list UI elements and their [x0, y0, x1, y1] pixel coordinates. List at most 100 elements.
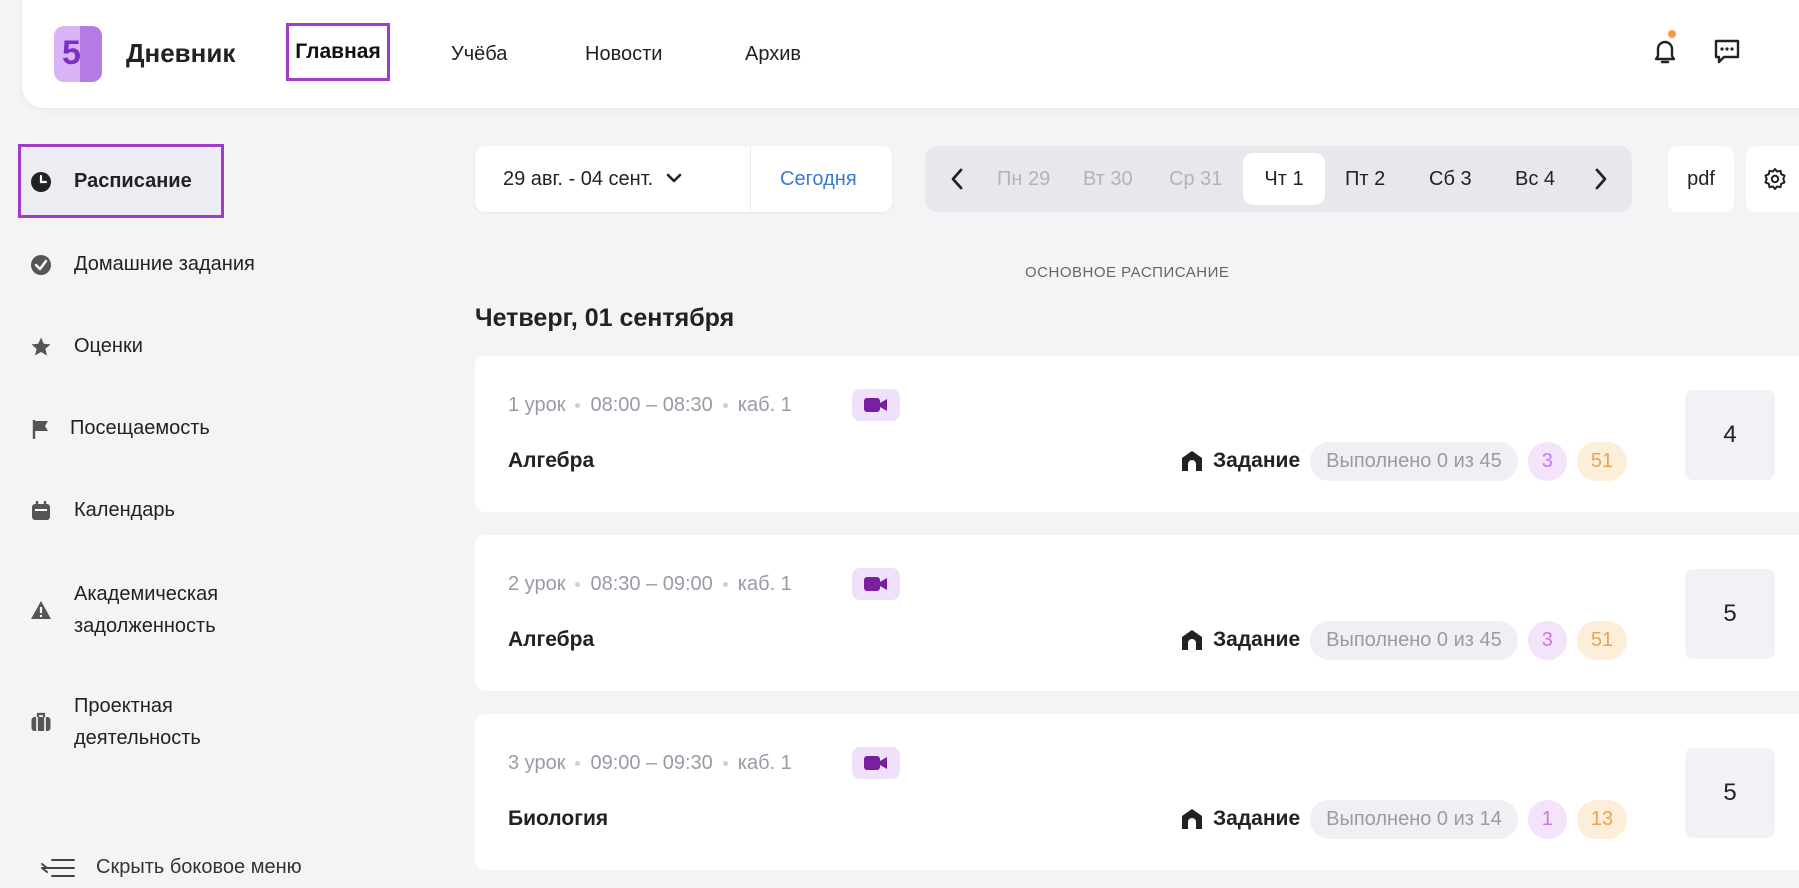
task-label: Задание — [1213, 807, 1301, 830]
separator-dot — [575, 761, 581, 766]
grade-box[interactable]: 5 — [1685, 748, 1775, 838]
messages-button[interactable] — [1712, 36, 1742, 66]
nav-item-news[interactable]: Новости — [585, 43, 662, 66]
task-label: Задание — [1213, 449, 1301, 472]
day-thu[interactable]: Чт 1 — [1243, 153, 1325, 205]
pdf-button[interactable]: pdf — [1668, 146, 1734, 212]
sidebar-item-projects[interactable]: Проектная деятельность — [30, 690, 201, 754]
sidebar-item-schedule[interactable]: Расписание — [30, 170, 192, 193]
sidebar-item-label-line1: Академическая — [74, 583, 219, 605]
task-label: Задание — [1213, 628, 1301, 651]
lesson-room: каб. 1 — [737, 752, 792, 774]
video-lesson-button[interactable] — [852, 389, 900, 421]
calendar-icon — [30, 500, 52, 522]
chevron-right-icon[interactable] — [1589, 166, 1613, 192]
video-lesson-button[interactable] — [852, 747, 900, 779]
lesson-card[interactable]: 2 урок 08:30 – 09:00 каб. 1 Алгебра Зада… — [475, 535, 1799, 691]
count-badge-purple: 3 — [1527, 441, 1567, 481]
lesson-meta: 2 урок 08:30 – 09:00 каб. 1 — [508, 573, 792, 596]
sidebar-item-label: Домашние задания — [74, 253, 255, 275]
lesson-room: каб. 1 — [737, 573, 792, 595]
logo-shape-accent — [80, 26, 102, 82]
lesson-number: 3 урок — [508, 752, 566, 774]
homework-summary[interactable]: Задание Выполнено 0 из 45 3 51 — [1181, 441, 1628, 481]
clock-icon — [30, 171, 52, 193]
date-range-select[interactable]: 29 авг. - 04 сент. — [503, 168, 653, 191]
hide-sidebar-button[interactable]: Скрыть боковое меню — [40, 856, 302, 879]
separator-dot — [575, 403, 581, 408]
check-circle-icon — [30, 254, 52, 276]
count-badge-purple: 3 — [1527, 620, 1567, 660]
section-label: ОСНОВНОЕ РАСПИСАНИЕ — [1025, 264, 1230, 281]
sidebar-item-calendar[interactable]: Календарь — [30, 499, 175, 522]
sidebar-item-label: Посещаемость — [70, 417, 210, 439]
home-icon — [1182, 809, 1202, 829]
chevron-down-icon[interactable] — [665, 169, 683, 187]
home-icon — [1182, 630, 1202, 650]
nav-item-archive[interactable]: Архив — [745, 43, 801, 66]
lesson-time: 08:00 – 08:30 — [590, 394, 713, 416]
separator-dot — [722, 403, 728, 408]
video-camera-icon — [864, 756, 887, 770]
day-wed[interactable]: Ср 31 — [1169, 168, 1222, 191]
day-sun[interactable]: Вс 4 — [1515, 168, 1555, 191]
sidebar-item-label-line1: Проектная — [74, 695, 173, 717]
today-button[interactable]: Сегодня — [780, 168, 857, 191]
lesson-time: 08:30 – 09:00 — [590, 573, 713, 595]
flag-icon — [30, 418, 52, 440]
notifications-button[interactable] — [1650, 30, 1680, 66]
day-sat[interactable]: Сб 3 — [1429, 168, 1472, 191]
sidebar-item-label-line2: задолженность — [74, 615, 216, 637]
sidebar-item-label-line2: деятельность — [74, 727, 201, 749]
lesson-subject[interactable]: Биология — [508, 807, 608, 831]
video-lesson-button[interactable] — [852, 568, 900, 600]
separator-dot — [722, 582, 728, 587]
sidebar-item-academic-debt[interactable]: Академическая задолженность — [30, 578, 218, 642]
notification-dot — [1668, 30, 1676, 38]
count-badge-orange: 51 — [1576, 441, 1628, 481]
day-tue[interactable]: Вт 30 — [1083, 168, 1133, 191]
star-icon — [30, 336, 52, 358]
lesson-subject[interactable]: Алгебра — [508, 449, 594, 473]
lesson-time: 09:00 – 09:30 — [590, 752, 713, 774]
day-title: Четверг, 01 сентября — [475, 304, 735, 332]
count-badge-purple: 1 — [1527, 799, 1567, 839]
homework-summary[interactable]: Задание Выполнено 0 из 45 3 51 — [1181, 620, 1628, 660]
sidebar-item-homework[interactable]: Домашние задания — [30, 253, 255, 276]
lesson-number: 2 урок — [508, 573, 566, 595]
briefcase-icon — [30, 711, 52, 733]
completion-status: Выполнено 0 из 45 — [1310, 620, 1518, 660]
app-logo[interactable]: 5 — [54, 26, 112, 82]
sidebar-item-attendance[interactable]: Посещаемость — [30, 417, 210, 440]
sidebar-item-label: Расписание — [74, 170, 192, 192]
top-header: 5 Дневник Главная Учёба Новости Архив — [22, 0, 1799, 108]
completion-status: Выполнено 0 из 45 — [1310, 441, 1518, 481]
grade-box[interactable]: 4 — [1685, 390, 1775, 480]
lesson-room: каб. 1 — [737, 394, 792, 416]
lesson-subject[interactable]: Алгебра — [508, 628, 594, 652]
day-fri[interactable]: Пт 2 — [1345, 168, 1385, 191]
grade-box[interactable]: 5 — [1685, 569, 1775, 659]
home-icon — [1182, 451, 1202, 471]
week-day-selector: Пн 29 Вт 30 Ср 31 Чт 1 Пт 2 Сб 3 Вс 4 — [925, 146, 1632, 212]
sidebar-item-label: Календарь — [74, 499, 175, 521]
sidebar-item-label: Оценки — [74, 335, 143, 357]
sidebar-item-label: Академическая задолженность — [74, 578, 218, 642]
lesson-card[interactable]: 1 урок 08:00 – 08:30 каб. 1 Алгебра Зада… — [475, 356, 1799, 512]
lesson-meta: 1 урок 08:00 – 08:30 каб. 1 — [508, 394, 792, 417]
separator-dot — [575, 582, 581, 587]
lesson-meta: 3 урок 09:00 – 09:30 каб. 1 — [508, 752, 792, 775]
day-mon[interactable]: Пн 29 — [997, 168, 1050, 191]
lesson-card[interactable]: 3 урок 09:00 – 09:30 каб. 1 Биология Зад… — [475, 714, 1799, 870]
chevron-left-icon[interactable] — [945, 166, 969, 192]
nav-item-main[interactable]: Главная — [286, 23, 390, 81]
gear-icon — [1764, 168, 1786, 190]
nav-item-study[interactable]: Учёба — [451, 43, 507, 66]
divider — [750, 146, 751, 212]
hide-sidebar-label: Скрыть боковое меню — [96, 856, 302, 878]
homework-summary[interactable]: Задание Выполнено 0 из 14 1 13 — [1181, 799, 1628, 839]
sidebar-item-grades[interactable]: Оценки — [30, 335, 143, 358]
chat-icon — [1714, 39, 1740, 64]
brand-name: Дневник — [126, 38, 236, 68]
settings-button[interactable] — [1746, 146, 1799, 212]
